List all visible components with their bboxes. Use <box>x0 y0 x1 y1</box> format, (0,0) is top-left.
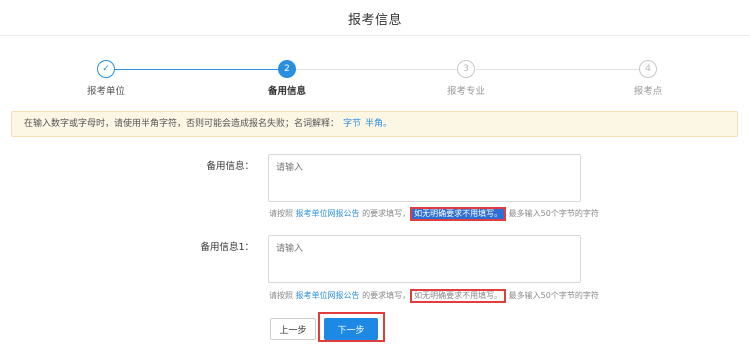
step-1-label: 报考单位 <box>86 86 125 97</box>
title-divider <box>0 35 750 36</box>
notice-link-byte[interactable]: 字节 <box>343 119 361 129</box>
field-2-help-mid: 的要求填写， <box>362 291 411 300</box>
field-1-label: 备用信息： <box>206 161 254 172</box>
step-2-label: 备用信息 <box>267 86 306 97</box>
step-4: 4 报考点 <box>608 60 688 97</box>
field-1-textarea[interactable] <box>268 154 581 202</box>
field-1-help-prefix: 请按照 <box>269 209 293 218</box>
step-1: ✓ 报考单位 <box>66 60 146 97</box>
page-title: 报考信息 <box>347 13 402 28</box>
step-2: 2 备用信息 <box>247 60 327 97</box>
field-1-help: 请按照 报考单位网报公告 的要求填写， 如无明确要求不用填写。 最多输入50个字节… <box>269 207 599 221</box>
field-2-help: 请按照 报考单位网报公告 的要求填写， 如无明确要求不用填写。 最多输入50个字节… <box>269 289 599 303</box>
step-3: 3 报考专业 <box>426 60 506 97</box>
prev-step-button[interactable]: 上一步 <box>270 318 316 340</box>
field-2-help-prefix: 请按照 <box>269 291 293 300</box>
field-1-emphasis-highlight: 如无明确要求不用填写。 <box>410 207 507 221</box>
notice-text: 在输入数字或字母时，请使用半角字符，否则可能会造成报名失败；名词解释： <box>24 119 340 129</box>
field-2-announcement-link[interactable]: 报考单位网报公告 <box>296 291 360 300</box>
field-2-help-suffix: 最多输入50个字节的字符 <box>508 291 599 300</box>
field-2-label: 备用信息1： <box>200 242 254 253</box>
field-2-textarea[interactable] <box>268 235 581 283</box>
field-1-help-mid: 的要求填写， <box>362 209 411 218</box>
step-4-number: 4 <box>639 60 657 78</box>
field-2-emphasis-highlight: 如无明确要求不用填写。 <box>410 289 507 303</box>
field-1-help-suffix: 最多输入50个字节的字符 <box>508 209 599 218</box>
step-4-label: 报考点 <box>633 86 663 97</box>
field-1-announcement-link[interactable]: 报考单位网报公告 <box>296 209 360 218</box>
notice-link-halfwidth[interactable]: 半角。 <box>365 119 392 129</box>
step-3-label: 报考专业 <box>446 86 485 97</box>
step-progress: ✓ 报考单位 2 备用信息 3 报考专业 4 报考点 <box>0 60 750 97</box>
step-1-check-icon: ✓ <box>97 60 115 78</box>
step-2-number: 2 <box>278 60 296 78</box>
next-step-button[interactable]: 下一步 <box>324 318 378 340</box>
notice-banner: 在输入数字或字母时，请使用半角字符，否则可能会造成报名失败；名词解释： 字节 半角。 <box>11 111 738 137</box>
step-3-number: 3 <box>457 60 475 78</box>
